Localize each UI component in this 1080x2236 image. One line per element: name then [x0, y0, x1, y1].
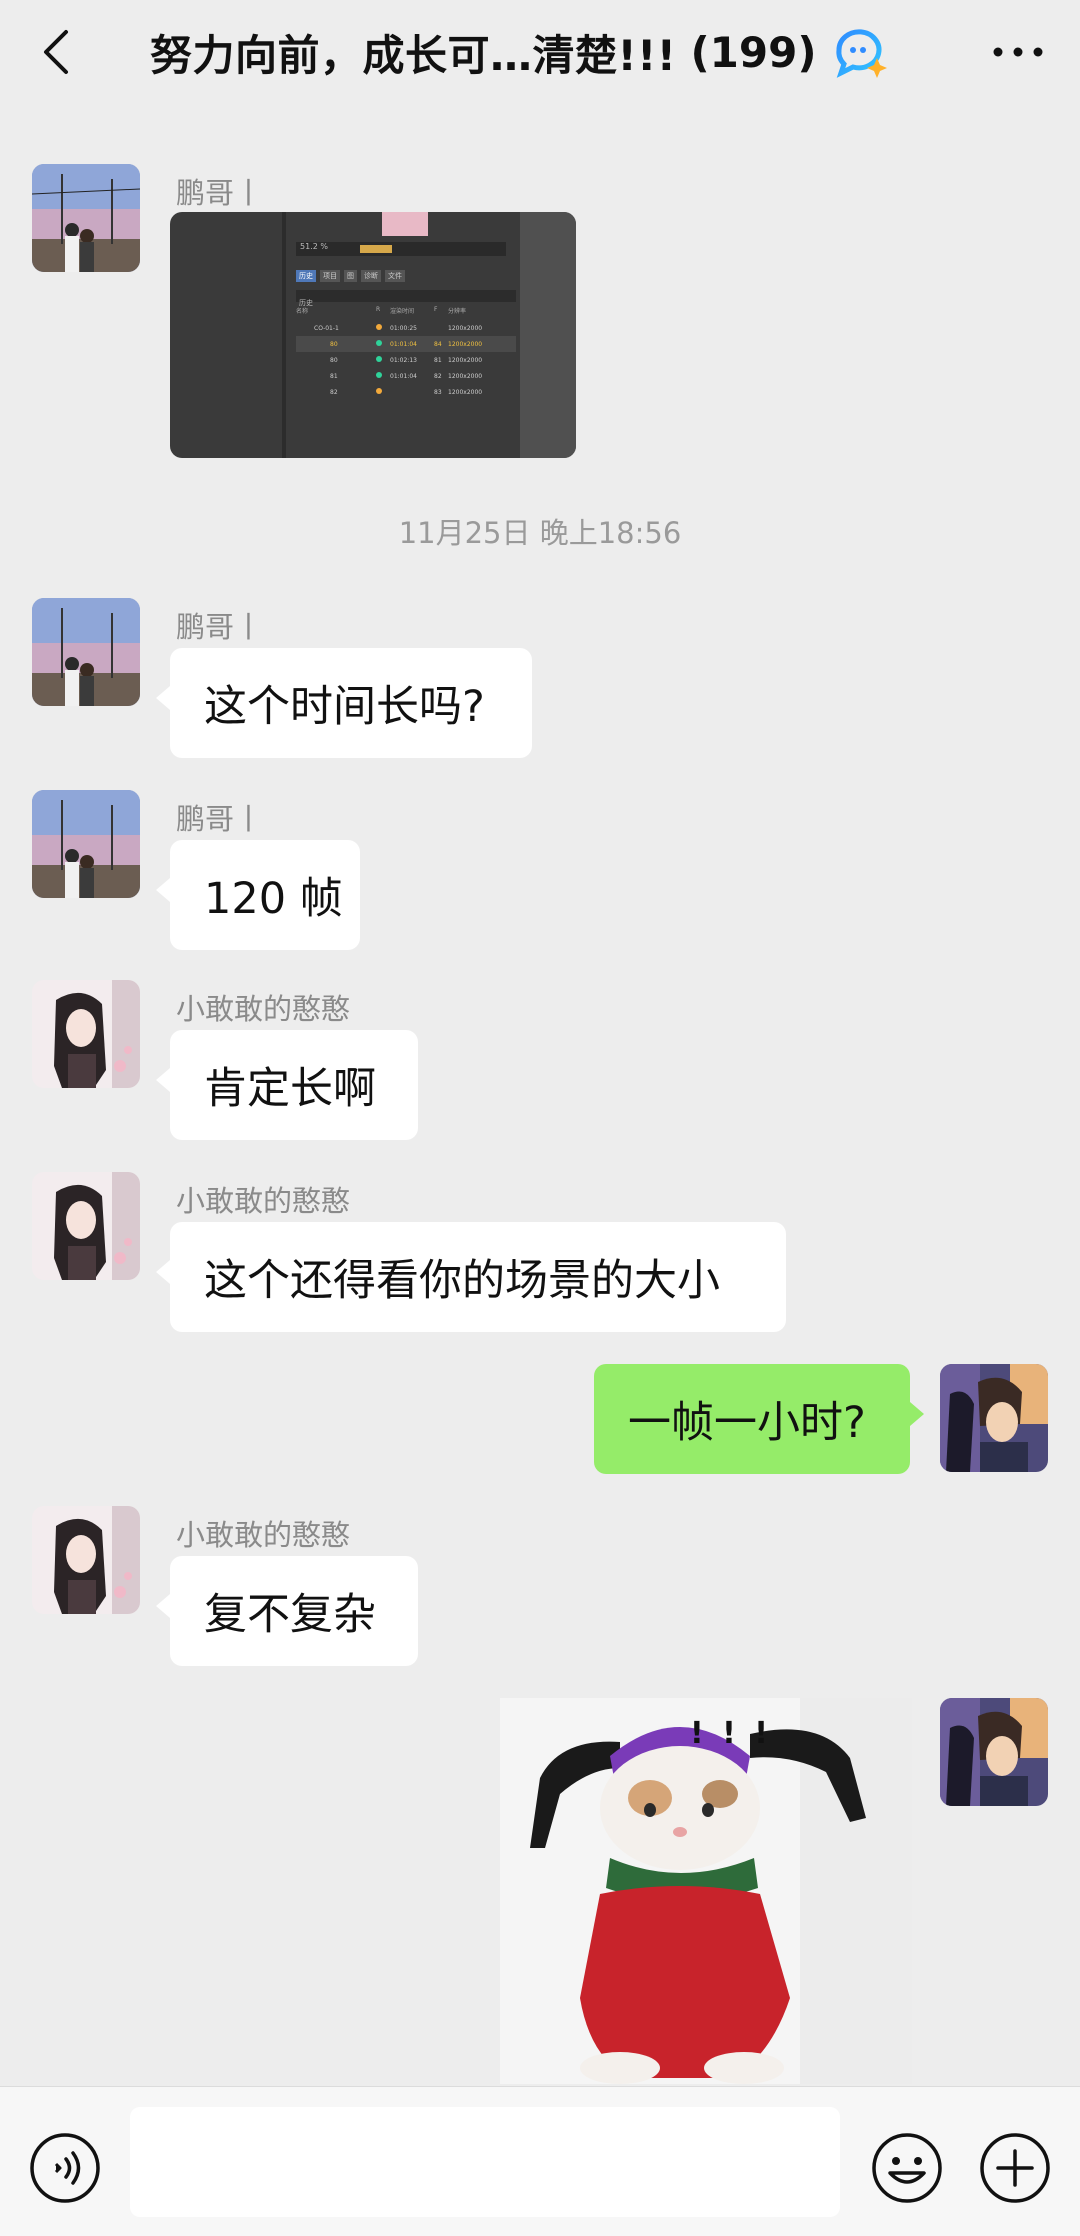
- sticker-exclamation: ! ! !: [690, 1716, 772, 1751]
- message-bubble[interactable]: 复不复杂: [156, 1556, 418, 1666]
- avatar-anime-boy-icon: [940, 1364, 1048, 1472]
- avatar-penggge[interactable]: [32, 164, 140, 272]
- avatar-platform-photo-icon: [32, 790, 140, 898]
- sender-name: 鹏哥丨: [176, 610, 264, 644]
- sender-name: 小敢敢的憨憨: [176, 1518, 351, 1552]
- avatar-me[interactable]: [940, 1364, 1048, 1472]
- smiley-icon: [872, 2133, 942, 2203]
- chat-title: 努力向前，成长可…清楚!!!: [150, 30, 677, 80]
- sender-name: 鹏哥丨: [176, 802, 264, 836]
- sender-name: 鹏哥丨: [176, 176, 264, 210]
- sticker-message[interactable]: ! ! !: [500, 1698, 912, 2084]
- screenshot-columns: 名称 R 渲染时间 F 分辨率: [296, 306, 467, 315]
- more-dots-icon: [993, 47, 1043, 57]
- cat-sticker-icon: [500, 1698, 912, 2084]
- back-button[interactable]: [30, 24, 86, 80]
- avatar-penggge[interactable]: [32, 598, 140, 706]
- member-count: (199): [690, 27, 817, 77]
- message-bubble[interactable]: 肯定长啊: [156, 1030, 418, 1140]
- message-bubble[interactable]: 120 帧: [156, 840, 360, 950]
- ai-assistant-icon[interactable]: [831, 24, 891, 80]
- plus-icon: [980, 2133, 1050, 2203]
- avatar-xiaogangan[interactable]: [32, 1172, 140, 1280]
- message-timestamp: 11月25日 晚上18:56: [398, 516, 682, 550]
- sender-name: 小敢敢的憨憨: [176, 1184, 351, 1218]
- message-bubble[interactable]: 这个时间长吗?: [156, 648, 532, 758]
- avatar-me[interactable]: [940, 1698, 1048, 1806]
- more-functions-button[interactable]: [978, 2131, 1052, 2205]
- message-bubble[interactable]: 这个还得看你的场景的大小: [156, 1222, 786, 1332]
- avatar-xiaogangan[interactable]: [32, 1506, 140, 1614]
- avatar-platform-photo-icon: [32, 598, 140, 706]
- image-message[interactable]: 51.2 % 历史 项目 图 诊断 文件 历史 名称 R 渲染时间 F 分辨率 …: [170, 212, 576, 458]
- avatar-anime-girl-icon: [32, 1172, 140, 1280]
- screenshot-rows: CO-01-1 01:00:25 1200x2000 80 01:01:04 8…: [296, 320, 516, 400]
- more-options-button[interactable]: [988, 30, 1048, 74]
- screenshot-percent: 51.2 %: [300, 242, 328, 251]
- avatar-xiaogangan[interactable]: [32, 980, 140, 1088]
- screenshot-tabs: 历史 项目 图 诊断 文件: [296, 270, 405, 282]
- avatar-platform-photo-icon: [32, 164, 140, 272]
- chevron-left-icon: [44, 30, 68, 74]
- emoji-button[interactable]: [870, 2131, 944, 2205]
- avatar-anime-girl-icon: [32, 1506, 140, 1614]
- avatar-anime-boy-icon: [940, 1698, 1048, 1806]
- chat-header: 努力向前，成长可…清楚!!! (199): [0, 0, 1080, 104]
- message-input[interactable]: [130, 2107, 840, 2217]
- chat-title-area[interactable]: 努力向前，成长可…清楚!!! (199): [150, 20, 891, 84]
- voice-icon: [30, 2133, 100, 2203]
- sender-name: 小敢敢的憨憨: [176, 992, 351, 1026]
- avatar-penggge[interactable]: [32, 790, 140, 898]
- avatar-anime-girl-icon: [32, 980, 140, 1088]
- input-bar: [0, 2086, 1080, 2236]
- message-bubble-outgoing[interactable]: 一帧一小时?: [594, 1364, 924, 1474]
- voice-button[interactable]: [28, 2131, 102, 2205]
